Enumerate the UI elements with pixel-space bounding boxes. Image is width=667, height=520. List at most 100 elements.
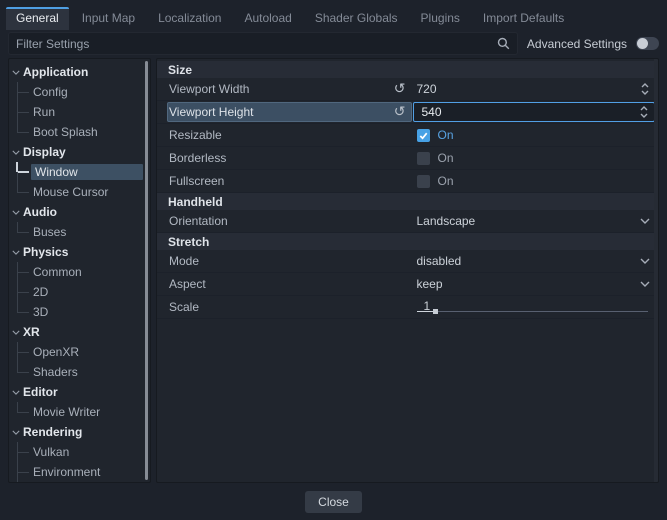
tree-item-environment[interactable]: Environment xyxy=(9,462,150,482)
tree-group-label: Audio xyxy=(23,205,57,219)
tab-import-defaults[interactable]: Import Defaults xyxy=(473,7,574,30)
tree-item-mouse-cursor[interactable]: Mouse Cursor xyxy=(9,182,150,202)
tree-item-boot-splash[interactable]: Boot Splash xyxy=(9,122,150,142)
spin-arrows-icon[interactable] xyxy=(640,82,650,96)
tree-guide-line xyxy=(9,362,31,382)
close-button[interactable]: Close xyxy=(305,491,362,513)
tree-item-buses[interactable]: Buses xyxy=(9,222,150,242)
tab-autoload[interactable]: Autoload xyxy=(234,7,301,30)
checkbox-state-label: On xyxy=(438,174,454,188)
settings-main: ApplicationConfig Run Boot Splash DisplayWi… xyxy=(0,58,667,483)
tree-group-label: Editor xyxy=(23,385,58,399)
property-label-text: Resizable xyxy=(169,128,222,142)
checkbox-state-label: On xyxy=(438,128,454,142)
chevron-down-icon[interactable] xyxy=(11,70,21,75)
tree-item-label: Shaders xyxy=(31,365,78,379)
property-label-text: Borderless xyxy=(169,151,226,165)
settings-properties-panel: SizeViewport Width↺720Viewport Height↺54… xyxy=(156,58,659,483)
tree-guide-line xyxy=(9,282,31,302)
tree-guide-line xyxy=(9,162,31,182)
tree-group-audio[interactable]: Audio xyxy=(9,202,150,222)
tree-item-common[interactable]: Common xyxy=(9,262,150,282)
property-label-text: Viewport Height xyxy=(169,105,254,119)
property-label-viewport-width: Viewport Width↺ xyxy=(157,78,413,100)
filter-settings-input[interactable]: Filter Settings xyxy=(8,32,518,55)
tab-localization[interactable]: Localization xyxy=(148,7,231,30)
tree-group-label: Physics xyxy=(23,245,68,259)
chevron-down-icon[interactable] xyxy=(11,430,21,435)
slider-grabber[interactable] xyxy=(433,309,438,314)
property-label-text: Scale xyxy=(169,300,199,314)
tree-group-display[interactable]: Display xyxy=(9,142,150,162)
tree-item-movie-writer[interactable]: Movie Writer xyxy=(9,402,150,422)
tab-plugins[interactable]: Plugins xyxy=(411,7,470,30)
orientation-dropdown[interactable]: Landscape xyxy=(413,210,659,232)
tree-group-physics[interactable]: Physics xyxy=(9,242,150,262)
chevron-down-icon[interactable] xyxy=(11,390,21,395)
properties-list: SizeViewport Width↺720Viewport Height↺54… xyxy=(157,61,658,319)
tree-scrollbar[interactable] xyxy=(145,61,148,480)
property-value-resizable: On xyxy=(413,124,659,146)
tree-item-label: 2D xyxy=(31,285,48,299)
tree-guide-line xyxy=(9,302,31,322)
chevron-down-icon[interactable] xyxy=(11,150,21,155)
tree-guide-line xyxy=(9,102,31,122)
property-row-fullscreen: FullscreenOn xyxy=(157,170,658,193)
advanced-settings-toggle[interactable] xyxy=(636,37,659,50)
revert-icon[interactable]: ↺ xyxy=(394,105,406,119)
chevron-down-icon xyxy=(640,218,650,224)
property-value-fullscreen: On xyxy=(413,170,659,192)
viewport-height-spinbox[interactable]: 540 xyxy=(413,102,656,122)
tree-item-openxr[interactable]: OpenXR xyxy=(9,342,150,362)
tree-group-rendering[interactable]: Rendering xyxy=(9,422,150,442)
revert-icon[interactable]: ↺ xyxy=(394,82,406,96)
tree-group-xr[interactable]: XR xyxy=(9,322,150,342)
tree-item-label: Environment xyxy=(31,465,100,479)
tree-guide-line xyxy=(9,262,31,282)
viewport-width-value[interactable]: 720 xyxy=(417,82,641,96)
properties-scrollbar[interactable] xyxy=(654,59,658,482)
chevron-down-icon[interactable] xyxy=(11,330,21,335)
dropdown-value: keep xyxy=(417,277,641,291)
tab-input-map[interactable]: Input Map xyxy=(72,7,145,30)
scale-slider[interactable]: 1 xyxy=(417,296,651,318)
property-row-orientation: OrientationLandscape xyxy=(157,210,658,233)
tree-item-label: Run xyxy=(31,105,55,119)
tree-item-config[interactable]: Config xyxy=(9,82,150,102)
tree-item-vulkan[interactable]: Vulkan xyxy=(9,442,150,462)
checkbox-state-label: On xyxy=(438,151,454,165)
spin-arrows-icon[interactable] xyxy=(639,105,649,119)
tree-group-label: Rendering xyxy=(23,425,82,439)
tree-guide-line xyxy=(9,82,31,102)
fullscreen-checkbox[interactable] xyxy=(417,175,430,188)
chevron-down-icon[interactable] xyxy=(11,250,21,255)
mode-dropdown[interactable]: disabled xyxy=(413,250,659,272)
chevron-down-icon xyxy=(640,258,650,264)
tree-guide-line xyxy=(9,222,31,242)
tree-group-editor[interactable]: Editor xyxy=(9,382,150,402)
tree-item-3d[interactable]: 3D xyxy=(9,302,150,322)
property-label-orientation: Orientation xyxy=(157,210,413,232)
tree-group-label: XR xyxy=(23,325,40,339)
tab-general[interactable]: General xyxy=(6,7,69,30)
property-value-scale: 1 xyxy=(413,296,659,318)
property-value-viewport-height: 540 xyxy=(413,101,659,123)
tab-shader-globals[interactable]: Shader Globals xyxy=(305,7,408,30)
resizable-checkbox[interactable] xyxy=(417,129,430,142)
tree-item-window[interactable]: Window xyxy=(9,162,150,182)
borderless-checkbox[interactable] xyxy=(417,152,430,165)
tree-item-run[interactable]: Run xyxy=(9,102,150,122)
tree-item-label: 3D xyxy=(31,305,48,319)
chevron-down-icon[interactable] xyxy=(11,210,21,215)
property-label-resizable: Resizable xyxy=(157,124,413,146)
property-row-scale: Scale 1 xyxy=(157,296,658,319)
tree-item-2d[interactable]: 2D xyxy=(9,282,150,302)
tree-guide-line xyxy=(9,122,31,142)
tree-item-shaders[interactable]: Shaders xyxy=(9,362,150,382)
aspect-dropdown[interactable]: keep xyxy=(413,273,659,295)
tree-item-label: Boot Splash xyxy=(31,125,98,139)
property-value-viewport-width: 720 xyxy=(413,78,659,100)
slider-track xyxy=(417,311,649,312)
tree-group-application[interactable]: Application xyxy=(9,62,150,82)
property-label-text: Mode xyxy=(169,254,199,268)
